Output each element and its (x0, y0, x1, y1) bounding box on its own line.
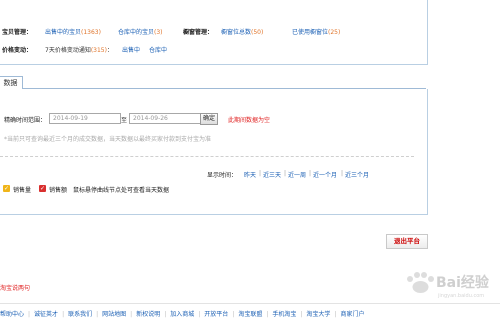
showcase-total-label: 橱窗位总数 (221, 29, 252, 36)
footer-links: 帮助中心 | 诚征英才 | 联系我们 | 网站地图 | 新权说明 | 加入商城 | 开放平台 | 淘宝联盟 |… (0, 309, 364, 318)
warehouse-link[interactable]: 仓库中的宝贝(3) (118, 27, 163, 36)
display-sep: | (309, 170, 312, 177)
data-panel (0, 89, 428, 215)
sales-amt-checkbox[interactable]: ✓ (39, 185, 46, 192)
showcase-used-link[interactable]: 已使用橱窗位(25) (292, 27, 340, 36)
opt-3days[interactable]: 近三天 (263, 170, 281, 179)
showcase-used-count: (25) (328, 29, 341, 36)
footer-separator: | (232, 311, 235, 318)
footer-separator: | (130, 311, 133, 318)
on-sale-label: 出售中的宝贝 (45, 29, 82, 36)
footer-link[interactable]: 网站地图 (102, 311, 126, 318)
on-sale-count: (1363) (81, 29, 101, 36)
footer-link[interactable]: 商家门户 (340, 311, 364, 318)
footer-link[interactable]: 开放平台 (204, 311, 228, 318)
footer-link[interactable]: 新权说明 (136, 311, 160, 318)
query-hint: *当前只可查询最近三个月的成交数据，当天数据以最终买家付款到支付宝为准 (4, 136, 212, 143)
price-change-label: 价格变动： (2, 47, 33, 54)
footer-link[interactable]: 手机淘宝 (272, 311, 296, 318)
footer-link[interactable]: 帮助中心 (0, 311, 24, 318)
to-label: 至 (121, 117, 128, 124)
opt-3months[interactable]: 近三个月 (345, 170, 369, 179)
opt-month[interactable]: 近一个月 (313, 170, 337, 179)
footer-link[interactable]: 加入商城 (170, 311, 194, 318)
end-date-input[interactable]: 2014-09-26 (129, 113, 201, 124)
warehouse-count: (3) (154, 29, 163, 36)
price-warehouse-link[interactable]: 仓库中 (149, 45, 167, 54)
footer-divider (0, 303, 500, 304)
range-label: 精确时间范围： (4, 117, 47, 124)
showcase-used-label: 已使用橱窗位 (292, 29, 329, 36)
price-notice-count: (315) (90, 47, 107, 54)
footer-link[interactable]: 联系我们 (68, 311, 92, 318)
footer-separator: | (62, 311, 65, 318)
watermark-sub: jingyan.baidu.com (437, 293, 484, 299)
footer-separator: | (96, 311, 99, 318)
showcase-mgmt-label: 橱窗管理： (183, 29, 214, 36)
showcase-total-link[interactable]: 橱窗位总数(50) (221, 27, 263, 36)
showcase-total-count: (50) (251, 29, 264, 36)
tab-data[interactable]: 数据 (0, 76, 23, 89)
footer-separator: | (198, 311, 201, 318)
exit-platform-button[interactable]: 退出平台 (386, 234, 428, 249)
baby-mgmt-label: 宝贝管理： (2, 29, 33, 36)
sales-qty-label: 销售量 (13, 187, 32, 194)
dashed-divider (0, 156, 414, 157)
sales-amt-label: 销售额 (49, 187, 68, 194)
sales-qty-checkbox[interactable]: ✓ (3, 185, 10, 192)
start-date-input[interactable]: 2014-09-19 (49, 113, 121, 124)
watermark-text: Bai经验 (436, 274, 490, 291)
display-sep: | (284, 170, 287, 177)
footer-separator: | (300, 311, 303, 318)
on-sale-link[interactable]: 出售中的宝贝(1363) (45, 27, 101, 36)
price-notice-sep: ： (106, 47, 113, 54)
display-sep: | (341, 170, 344, 177)
footer-link[interactable]: 淘宝联盟 (238, 311, 262, 318)
price-notice: 7天价格变动通知(315)： (45, 45, 113, 54)
feedback-link[interactable]: 淘宝说两句 (0, 283, 30, 292)
footer-link[interactable]: 诚征英才 (34, 311, 58, 318)
baidu-jingyan-watermark: Bai经验 jingyan.baidu.com (407, 272, 490, 299)
chart-tip: 鼠标悬停曲线节点处可查看当天数据 (73, 187, 170, 194)
display-label: 显示时间： (207, 172, 238, 179)
footer-separator: | (334, 311, 337, 318)
confirm-button[interactable]: 确定 (200, 113, 218, 125)
footer-link[interactable]: 淘宝大学 (306, 311, 330, 318)
price-notice-label: 7天价格变动通知 (45, 47, 91, 54)
footer-separator: | (164, 311, 167, 318)
empty-message: 此期间数据为空 (228, 117, 271, 124)
warehouse-label: 仓库中的宝贝 (118, 29, 155, 36)
footer-separator: | (266, 311, 269, 318)
price-on-sale-link[interactable]: 出售中 (122, 45, 140, 54)
opt-week[interactable]: 近一周 (288, 170, 306, 179)
display-sep: | (259, 170, 262, 177)
opt-yesterday[interactable]: 昨天 (244, 170, 256, 179)
footer-separator: | (28, 311, 31, 318)
